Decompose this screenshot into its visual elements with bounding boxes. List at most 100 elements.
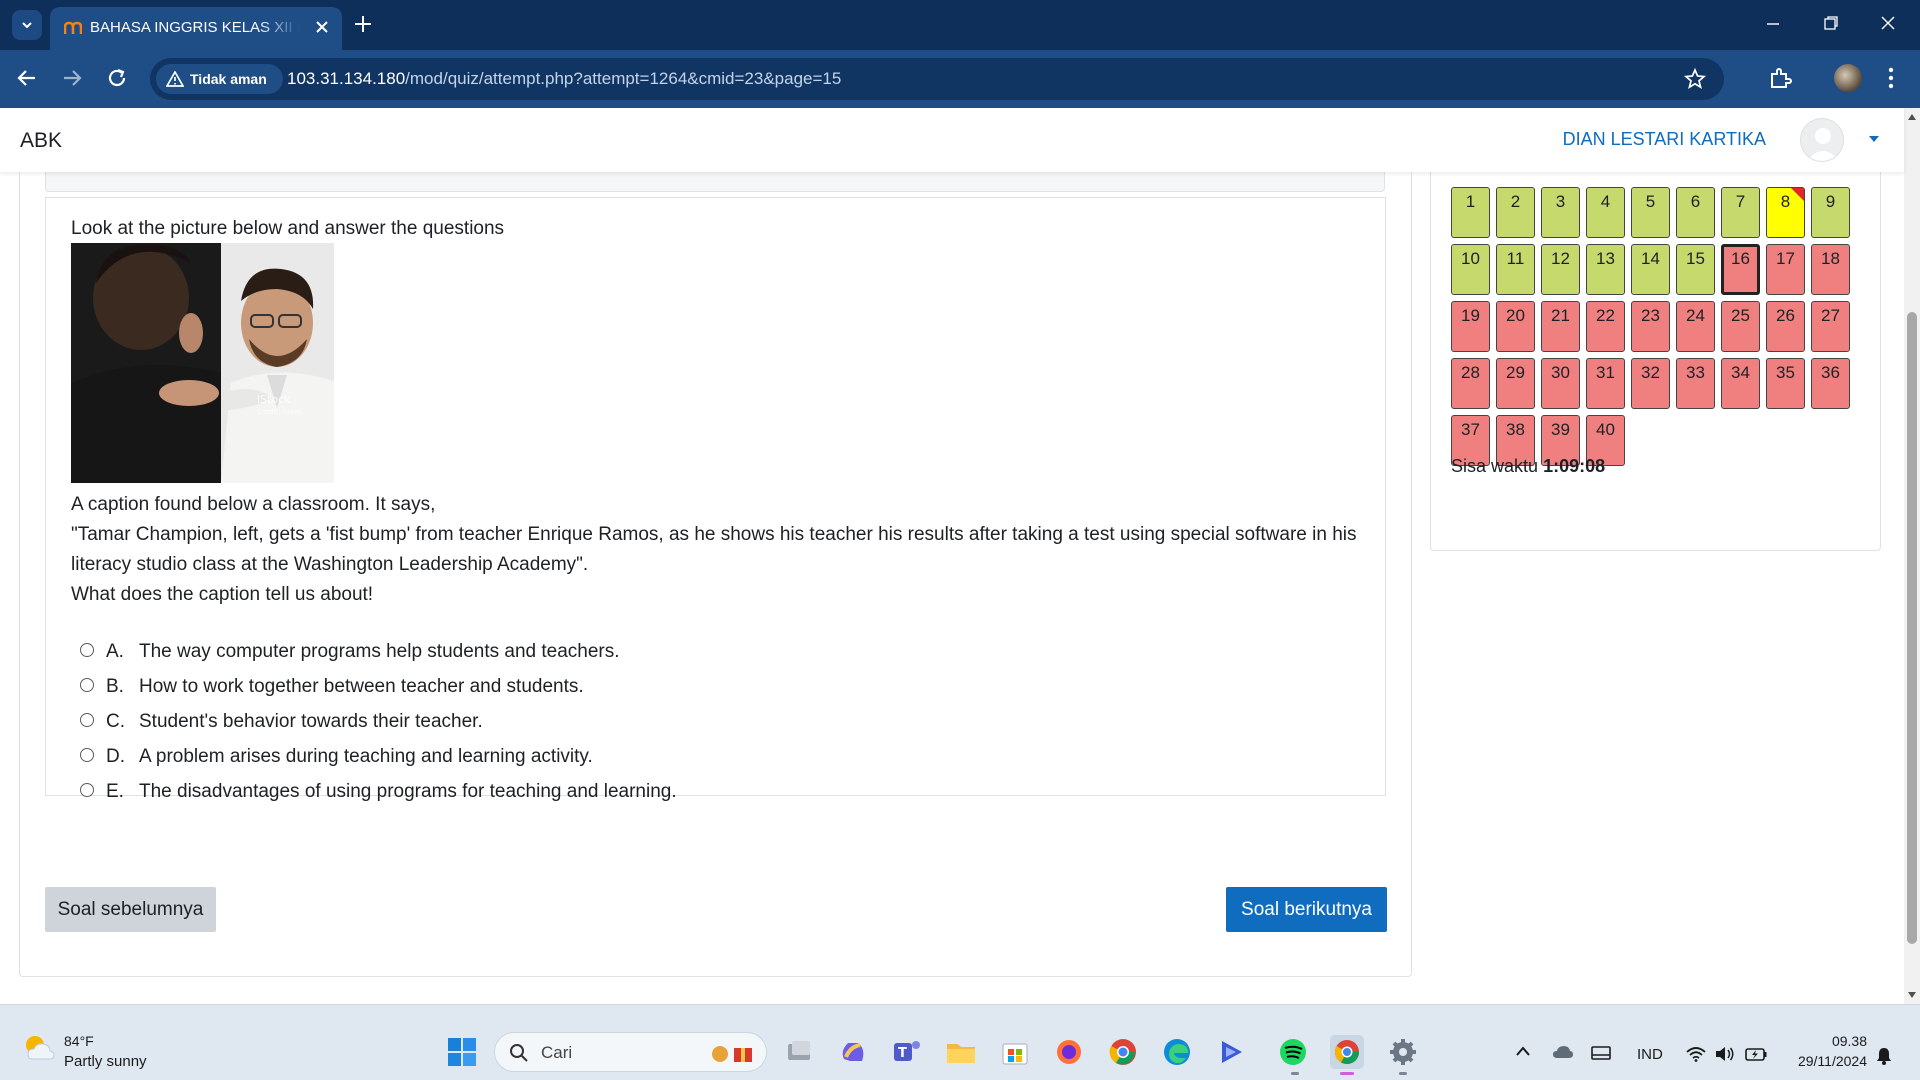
question-nav-button-12[interactable]: 12	[1541, 244, 1580, 295]
page-scrollbar[interactable]	[1904, 108, 1920, 1004]
address-bar[interactable]: Tidak aman 103.31.134.180/mod/quiz/attem…	[150, 58, 1724, 100]
site-name[interactable]: ABK	[20, 129, 62, 153]
taskbar-search-box[interactable]: Cari	[494, 1032, 767, 1072]
question-nav-button-11[interactable]: 11	[1496, 244, 1535, 295]
answer-text[interactable]: Student's behavior towards their teacher…	[139, 711, 483, 733]
partly-sunny-icon[interactable]	[22, 1033, 56, 1063]
question-nav-button-23[interactable]: 23	[1631, 301, 1670, 352]
answer-option-c[interactable]: C. Student's behavior towards their teac…	[80, 704, 677, 739]
answer-option-d[interactable]: D. A problem arises during teaching and …	[80, 739, 677, 774]
bookmark-star-icon[interactable]	[1684, 68, 1706, 90]
display-icon[interactable]	[1591, 1046, 1611, 1062]
question-nav-button-15[interactable]: 15	[1676, 244, 1715, 295]
question-nav-button-30[interactable]: 30	[1541, 358, 1580, 409]
spotify-icon[interactable]	[1276, 1035, 1310, 1069]
question-nav-button-29[interactable]: 29	[1496, 358, 1535, 409]
radio-button[interactable]	[80, 782, 94, 797]
question-nav-button-9[interactable]: 9	[1811, 187, 1850, 238]
question-nav-button-27[interactable]: 27	[1811, 301, 1850, 352]
question-nav-button-26[interactable]: 26	[1766, 301, 1805, 352]
answer-text[interactable]: The way computer programs help students …	[139, 641, 620, 663]
question-nav-button-4[interactable]: 4	[1586, 187, 1625, 238]
answer-option-a[interactable]: A. The way computer programs help studen…	[80, 634, 677, 669]
previous-question-button[interactable]: Soal sebelumnya	[45, 887, 216, 932]
windows-start-icon[interactable]	[448, 1038, 476, 1066]
question-nav-button-14[interactable]: 14	[1631, 244, 1670, 295]
file-explorer-icon[interactable]	[944, 1035, 978, 1069]
user-menu-name[interactable]: DIAN LESTARI KARTIKA	[1563, 129, 1766, 150]
microsoft-store-icon[interactable]	[998, 1035, 1032, 1069]
close-tab-icon[interactable]	[314, 19, 330, 35]
question-nav-button-34[interactable]: 34	[1721, 358, 1760, 409]
answer-text[interactable]: The disadvantages of using programs for …	[139, 781, 677, 803]
browser-menu-icon[interactable]	[1887, 66, 1895, 90]
url-text[interactable]: 103.31.134.180/mod/quiz/attempt.php?atte…	[287, 69, 841, 89]
chrome-icon[interactable]	[1106, 1035, 1140, 1069]
settings-gear-icon[interactable]	[1386, 1035, 1420, 1069]
reload-icon[interactable]	[106, 67, 128, 89]
back-arrow-icon[interactable]	[16, 67, 38, 89]
chrome-active-icon[interactable]	[1330, 1035, 1364, 1069]
question-nav-button-33[interactable]: 33	[1676, 358, 1715, 409]
question-nav-button-5[interactable]: 5	[1631, 187, 1670, 238]
radio-button[interactable]	[80, 747, 94, 762]
question-nav-button-21[interactable]: 21	[1541, 301, 1580, 352]
input-language-indicator[interactable]: IND	[1637, 1046, 1663, 1063]
caret-down-icon[interactable]	[1868, 135, 1880, 143]
scroll-up-arrow-icon[interactable]	[1908, 114, 1916, 120]
volume-icon[interactable]	[1715, 1046, 1735, 1062]
new-tab-plus-icon[interactable]	[352, 13, 374, 35]
radio-button[interactable]	[80, 677, 94, 692]
show-hidden-icons-chevron-icon[interactable]	[1515, 1045, 1531, 1057]
weather-temperature[interactable]: 84°F	[64, 1033, 94, 1049]
clock-date[interactable]: 29/11/2024	[1798, 1053, 1867, 1069]
window-restore-icon[interactable]	[1823, 15, 1839, 31]
clock-time[interactable]: 09.38	[1832, 1033, 1867, 1049]
next-question-button[interactable]: Soal berikutnya	[1226, 887, 1387, 932]
question-nav-button-31[interactable]: 31	[1586, 358, 1625, 409]
user-avatar[interactable]	[1800, 118, 1844, 162]
window-close-icon[interactable]	[1880, 15, 1896, 31]
question-nav-button-13[interactable]: 13	[1586, 244, 1625, 295]
question-nav-button-18[interactable]: 18	[1811, 244, 1850, 295]
question-nav-button-28[interactable]: 28	[1451, 358, 1490, 409]
question-nav-button-7[interactable]: 7	[1721, 187, 1760, 238]
security-indicator[interactable]: Tidak aman	[156, 64, 283, 94]
question-nav-button-16[interactable]: 16	[1721, 244, 1760, 295]
window-minimize-icon[interactable]	[1765, 16, 1781, 32]
media-player-icon[interactable]	[1214, 1035, 1248, 1069]
question-nav-button-2[interactable]: 2	[1496, 187, 1535, 238]
scrollbar-thumb[interactable]	[1907, 312, 1917, 944]
question-nav-button-1[interactable]: 1	[1451, 187, 1490, 238]
copilot-icon[interactable]	[836, 1035, 870, 1069]
task-view-icon[interactable]	[782, 1035, 816, 1069]
question-nav-button-6[interactable]: 6	[1676, 187, 1715, 238]
battery-charging-icon[interactable]	[1745, 1048, 1767, 1061]
question-nav-button-20[interactable]: 20	[1496, 301, 1535, 352]
weather-description[interactable]: Partly sunny	[64, 1053, 147, 1070]
question-nav-button-24[interactable]: 24	[1676, 301, 1715, 352]
question-nav-button-36[interactable]: 36	[1811, 358, 1850, 409]
wifi-icon[interactable]	[1686, 1046, 1706, 1062]
forward-arrow-icon[interactable]	[61, 67, 83, 89]
tab-search-button[interactable]	[12, 10, 42, 40]
question-nav-button-8[interactable]: 8	[1766, 187, 1805, 238]
question-nav-button-3[interactable]: 3	[1541, 187, 1580, 238]
browser-profile-avatar[interactable]	[1834, 64, 1862, 92]
teams-icon[interactable]: T	[890, 1035, 924, 1069]
browser-tab-active[interactable]: BAHASA INGGRIS KELAS XII (paket	[50, 7, 342, 50]
edge-icon[interactable]	[1160, 1035, 1194, 1069]
notification-bell-icon[interactable]	[1875, 1047, 1893, 1065]
question-nav-button-19[interactable]: 19	[1451, 301, 1490, 352]
answer-option-e[interactable]: E. The disadvantages of using programs f…	[80, 774, 677, 809]
question-nav-button-17[interactable]: 17	[1766, 244, 1805, 295]
radio-button[interactable]	[80, 712, 94, 727]
answer-text[interactable]: A problem arises during teaching and lea…	[139, 746, 593, 768]
extensions-puzzle-icon[interactable]	[1768, 66, 1792, 90]
scroll-down-arrow-icon[interactable]	[1908, 992, 1916, 998]
onedrive-cloud-icon[interactable]	[1552, 1045, 1574, 1059]
question-nav-button-32[interactable]: 32	[1631, 358, 1670, 409]
radio-button[interactable]	[80, 642, 94, 657]
question-nav-button-10[interactable]: 10	[1451, 244, 1490, 295]
firefox-icon[interactable]	[1052, 1035, 1086, 1069]
